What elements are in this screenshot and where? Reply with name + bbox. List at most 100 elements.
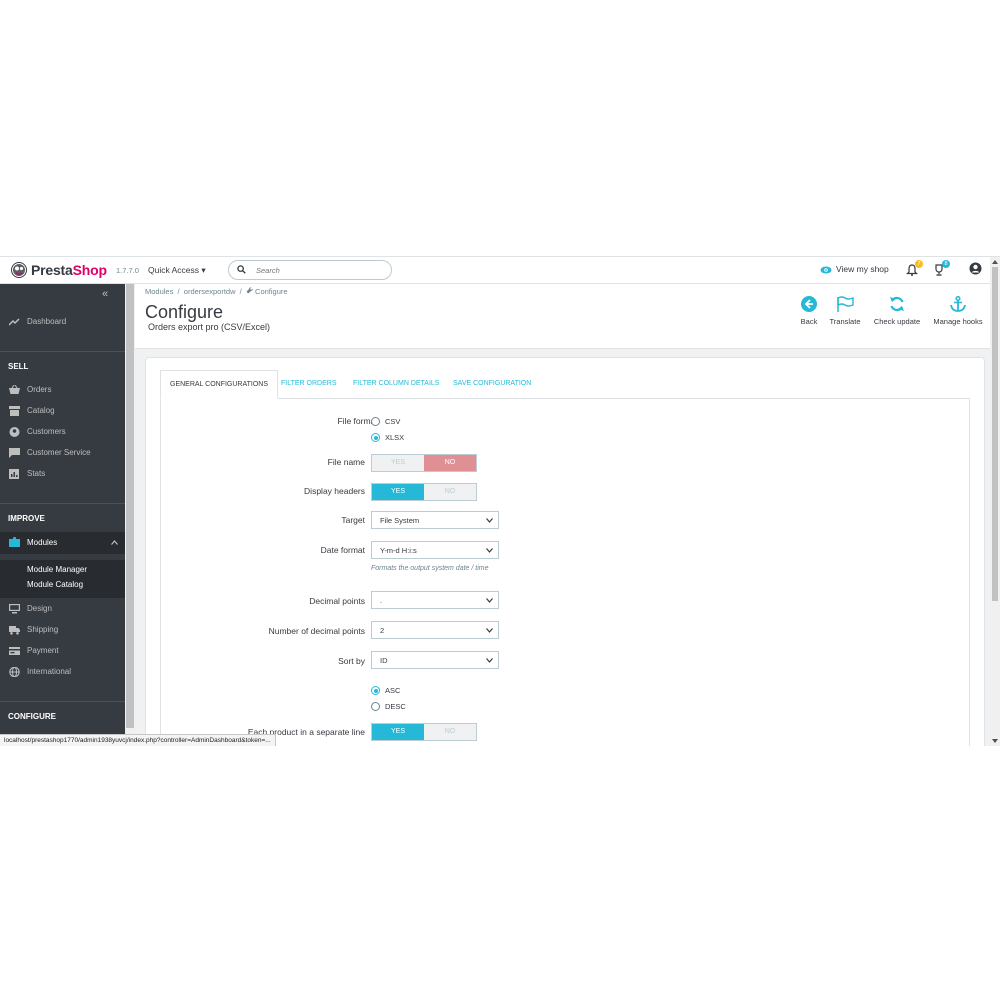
radio-circle-checked[interactable] (371, 686, 380, 695)
page-subtitle: Orders export pro (CSV/Excel) (148, 322, 271, 332)
sidebar-item-international[interactable]: International (0, 662, 125, 682)
manage-hooks-label: Manage hooks (933, 317, 983, 326)
sort-desc-radio[interactable]: DESC (371, 702, 406, 711)
file-format-csv-radio[interactable]: CSV (371, 417, 400, 426)
breadcrumb-separator: / (239, 287, 242, 296)
breadcrumb-configure: Configure (255, 287, 288, 296)
sidebar-label: International (27, 667, 72, 676)
display-headers-switch[interactable]: YES NO (371, 483, 477, 501)
check-update-button[interactable]: Check update (869, 296, 925, 326)
breadcrumb-modules[interactable]: Modules (145, 287, 173, 296)
browser-status-bar: localhost/prestashop1770/admin1938yuvcj/… (0, 734, 276, 746)
manage-hooks-button[interactable]: Manage hooks (930, 296, 986, 326)
translate-button[interactable]: Translate (825, 296, 865, 326)
radio-circle-checked[interactable] (371, 433, 380, 442)
modules-submenu: Module Manager Module Catalog (0, 560, 125, 598)
sidebar-scrollbar[interactable] (125, 284, 135, 746)
file-name-label: File name (327, 457, 365, 467)
top-header: PrestaShop 1.7.7.0 Quick Access ▾ View m… (0, 257, 990, 284)
radio-circle[interactable] (371, 417, 380, 426)
search-input[interactable] (256, 264, 376, 276)
submenu-module-catalog[interactable]: Module Catalog (27, 580, 83, 589)
section-configure: CONFIGURE (8, 712, 56, 721)
view-shop-link[interactable]: View my shop (820, 264, 889, 274)
sort-by-select[interactable]: ID (371, 651, 499, 669)
collapse-sidebar-button[interactable]: « (102, 288, 108, 300)
tab-filter-column-details[interactable]: FILTER COLUMN DETAILS (353, 370, 439, 397)
back-label: Back (800, 317, 818, 326)
search-box[interactable] (228, 260, 392, 280)
chevron-down-icon (486, 658, 493, 663)
num-decimal-points-select[interactable]: 2 (371, 621, 499, 639)
flag-icon (837, 296, 854, 312)
page-scroll-thumb[interactable] (992, 267, 998, 601)
sidebar-scroll-thumb[interactable] (126, 284, 134, 728)
tab-general-configurations[interactable]: GENERAL CONFIGURATIONS (160, 370, 279, 399)
sidebar-label: Shipping (27, 625, 59, 634)
date-format-select[interactable]: Y-m-d H:i:s (371, 541, 499, 559)
switch-yes[interactable]: YES (372, 484, 424, 500)
date-format-label: Date format (320, 545, 365, 555)
num-decimal-points-label: Number of decimal points (268, 626, 365, 636)
config-panel: GENERAL CONFIGURATIONS FILTER ORDERS FIL… (145, 357, 985, 746)
file-format-xlsx-radio[interactable]: XLSX (371, 433, 404, 442)
sidebar-item-shipping[interactable]: Shipping (0, 620, 125, 640)
prestashop-logo[interactable] (11, 262, 27, 278)
quick-access-dropdown[interactable]: Quick Access ▾ (148, 265, 206, 276)
decimal-points-label: Decimal points (309, 596, 365, 606)
tab-save-configuration[interactable]: SAVE CONFIGURATION (453, 370, 531, 397)
scroll-down-arrow[interactable] (992, 739, 998, 743)
file-name-switch[interactable]: YES NO (371, 454, 477, 472)
sidebar-item-catalog[interactable]: Catalog (0, 401, 125, 421)
switch-no[interactable]: NO (424, 484, 476, 500)
radio-circle[interactable] (371, 702, 380, 711)
back-button[interactable]: Back (796, 296, 822, 326)
breadcrumb-module[interactable]: ordersexportdw (184, 287, 236, 296)
radio-label: XLSX (385, 433, 405, 442)
sidebar-item-design[interactable]: Design (0, 599, 125, 619)
page-header: Modules / ordersexportdw / Configure Con… (135, 284, 990, 349)
view-shop-label: View my shop (836, 264, 889, 274)
breadcrumb-separator: / (177, 287, 180, 296)
sidebar-label: Orders (27, 385, 52, 394)
switch-yes[interactable]: YES (372, 724, 424, 740)
sidebar-item-dashboard[interactable]: Dashboard (0, 312, 125, 332)
search-icon (237, 265, 246, 274)
credit-card-icon (9, 647, 20, 655)
sidebar-item-modules[interactable]: Modules (0, 532, 125, 554)
globe-icon (9, 667, 20, 677)
file-format-label: File format: (337, 416, 380, 426)
brand-name: PrestaShop (31, 262, 107, 278)
trophy-icon[interactable]: 8 (933, 260, 950, 281)
scroll-up-arrow[interactable] (992, 260, 998, 264)
each-product-switch[interactable]: YES NO (371, 723, 477, 741)
basket-icon (9, 385, 20, 394)
date-format-help: Formats the output system date / time (371, 565, 489, 572)
tab-filter-orders[interactable]: FILTER ORDERS (281, 370, 337, 397)
radio-label: DESC (385, 702, 406, 711)
switch-no[interactable]: NO (424, 724, 476, 740)
anchor-icon (950, 296, 966, 312)
switch-no[interactable]: NO (424, 455, 476, 471)
switch-yes[interactable]: YES (372, 455, 424, 471)
version-label: 1.7.7.0 (116, 266, 139, 275)
monitor-icon (9, 604, 20, 614)
sidebar-label: Modules (27, 538, 58, 547)
page-scrollbar[interactable] (990, 257, 1000, 746)
sidebar-item-orders[interactable]: Orders (0, 380, 125, 400)
account-icon[interactable] (969, 262, 982, 280)
sidebar-item-payment[interactable]: Payment (0, 641, 125, 661)
sidebar-label: Customers (27, 427, 66, 436)
decimal-points-select[interactable]: . (371, 591, 499, 609)
sort-asc-radio[interactable]: ASC (371, 686, 400, 695)
customers-badge: 8 (942, 260, 950, 268)
sidebar-item-customers[interactable]: Customers (0, 422, 125, 442)
wrench-icon (246, 287, 253, 294)
breadcrumb: Modules / ordersexportdw / Configure (145, 287, 288, 296)
target-select[interactable]: File System (371, 511, 499, 529)
bell-icon[interactable]: 7 (906, 260, 923, 281)
sidebar-label: Payment (27, 646, 59, 655)
submenu-module-manager[interactable]: Module Manager (27, 565, 87, 574)
sidebar-item-customer-service[interactable]: Customer Service (0, 443, 125, 463)
sidebar-item-stats[interactable]: Stats (0, 464, 125, 484)
